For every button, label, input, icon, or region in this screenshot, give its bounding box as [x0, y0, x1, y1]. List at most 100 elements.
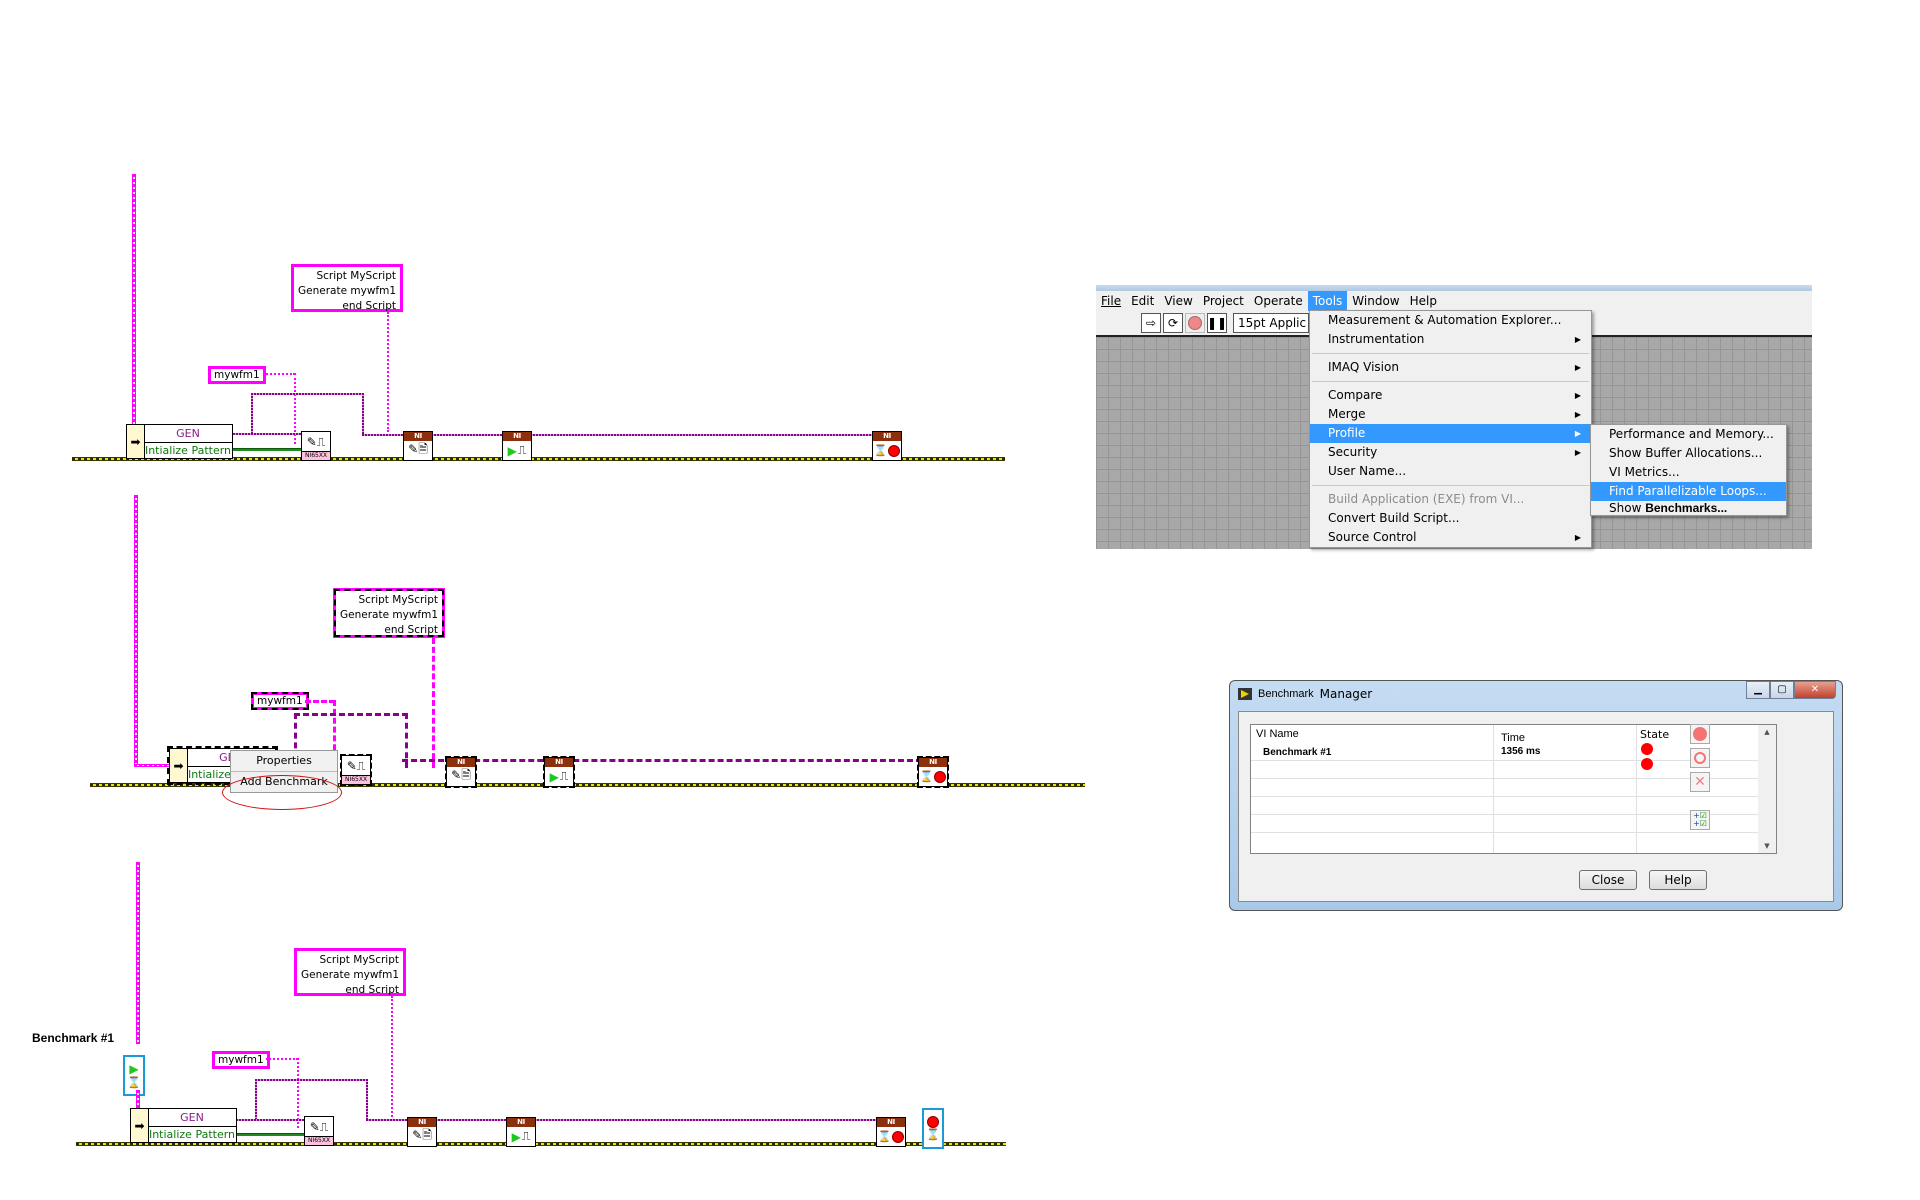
- run-continuously-icon[interactable]: ⟳: [1163, 313, 1183, 333]
- string-wire[interactable]: [297, 1058, 299, 1128]
- tools-item-convert-build-script[interactable]: Convert Build Script...: [1310, 509, 1591, 528]
- session-wire[interactable]: [233, 433, 303, 435]
- initiate-node[interactable]: NI HSDIO ▶ ⎍: [506, 1117, 536, 1147]
- initiate-node[interactable]: NI HSDIO ▶ ⎍: [502, 431, 532, 461]
- benchmark-start-node[interactable]: ▶ ⌛: [123, 1055, 145, 1096]
- data-wire[interactable]: [233, 448, 303, 451]
- wait-until-done-node[interactable]: NI HSDIO ⌛: [917, 756, 949, 788]
- benchmark-stop-node[interactable]: ⌛: [922, 1108, 944, 1149]
- session-wire[interactable]: [362, 434, 882, 436]
- write-script-node[interactable]: NI HSDIO ✎🗎: [407, 1117, 437, 1147]
- session-wire[interactable]: [362, 393, 364, 435]
- row-vi-name: Benchmark #1: [1263, 747, 1332, 758]
- menu-help[interactable]: Help: [1405, 291, 1442, 311]
- delete-benchmark-button[interactable]: ✕: [1690, 772, 1710, 792]
- start-benchmark-button[interactable]: [1690, 724, 1710, 744]
- script-string-constant[interactable]: Script MyScript Generate mywfm1 end Scri…: [291, 264, 403, 312]
- close-window-button[interactable]: ✕: [1794, 681, 1836, 699]
- session-wire[interactable]: [366, 1119, 878, 1121]
- node-header: NI HSDIO: [507, 1118, 535, 1135]
- font-select[interactable]: 15pt Applic: [1233, 313, 1309, 333]
- string-wire[interactable]: [266, 1058, 298, 1060]
- write-waveform-node[interactable]: ✎⎍ NI65XX: [304, 1116, 334, 1146]
- column-header-state[interactable]: State: [1640, 728, 1669, 741]
- string-wire[interactable]: [432, 638, 435, 768]
- node-header: NI HSDIO: [545, 758, 573, 775]
- tools-item-imaq-vision[interactable]: IMAQ Vision ▶: [1310, 358, 1591, 377]
- help-button[interactable]: Help: [1649, 870, 1707, 890]
- string-wire[interactable]: [134, 764, 170, 767]
- gen-subvi[interactable]: ➡ GEN Intialize Pattern: [130, 1108, 237, 1143]
- write-script-node[interactable]: NI HSDIO ✎🗎: [445, 756, 477, 788]
- profile-item-performance-memory[interactable]: Performance and Memory...: [1591, 425, 1786, 444]
- session-wire[interactable]: [236, 1119, 306, 1121]
- waveform-name-constant[interactable]: mywfm1: [212, 1051, 270, 1069]
- menu-view[interactable]: View: [1159, 291, 1197, 311]
- tools-item-user-name[interactable]: User Name...: [1310, 462, 1591, 481]
- context-menu-item-properties[interactable]: Properties: [231, 751, 337, 771]
- menu-project[interactable]: Project: [1198, 291, 1249, 311]
- title-part-b: Manager: [1319, 687, 1373, 701]
- string-wire[interactable]: [134, 495, 138, 767]
- menu-operate[interactable]: Operate: [1249, 291, 1308, 311]
- session-wire[interactable]: [402, 759, 922, 762]
- abort-icon[interactable]: [1185, 313, 1205, 333]
- wait-until-done-node[interactable]: NI HSDIO ⌛: [876, 1117, 906, 1147]
- add-benchmark-button[interactable]: +☑ +☑: [1690, 810, 1710, 830]
- session-wire[interactable]: [366, 1079, 368, 1121]
- script-string-constant[interactable]: Script MyScript Generate mywfm1 end Scri…: [333, 588, 445, 638]
- gen-subvi[interactable]: ➡ GEN Intialize Pattern: [126, 424, 233, 459]
- menu-file[interactable]: File: [1096, 291, 1126, 311]
- init-pattern-label: Intialize Pattern: [148, 1127, 236, 1141]
- column-header-time[interactable]: Time: [1501, 732, 1525, 744]
- initiate-node[interactable]: NI HSDIO ▶ ⎍: [543, 756, 575, 788]
- hourglass-stop-icon: ⌛: [877, 1127, 905, 1146]
- data-wire[interactable]: [236, 1133, 306, 1136]
- string-wire[interactable]: [305, 700, 335, 703]
- tools-item-profile[interactable]: Profile ▶: [1310, 424, 1591, 443]
- string-wire[interactable]: [391, 996, 393, 1121]
- maximize-button[interactable]: ▢: [1770, 681, 1794, 699]
- script-string-constant[interactable]: Script MyScript Generate mywfm1 end Scri…: [294, 948, 406, 996]
- vertical-scrollbar[interactable]: ▲ ▼: [1758, 725, 1776, 853]
- profile-item-vi-metrics[interactable]: VI Metrics...: [1591, 463, 1786, 482]
- session-wire[interactable]: [251, 393, 363, 395]
- menu-edit[interactable]: Edit: [1126, 291, 1159, 311]
- string-wire[interactable]: [132, 174, 136, 424]
- column-header-vi-name[interactable]: VI Name: [1256, 728, 1299, 740]
- tools-item-compare[interactable]: Compare ▶: [1310, 386, 1591, 405]
- string-wire[interactable]: [136, 1090, 140, 1110]
- pause-icon[interactable]: ❚❚: [1207, 313, 1227, 333]
- column-divider: [1636, 725, 1637, 853]
- write-waveform-node[interactable]: ✎⎍ NI65XX: [301, 431, 331, 461]
- string-wire[interactable]: [387, 312, 389, 432]
- menu-tools[interactable]: Tools: [1307, 291, 1348, 311]
- waveform-name-constant[interactable]: mywfm1: [208, 366, 266, 384]
- tools-item-instrumentation[interactable]: Instrumentation ▶: [1310, 330, 1591, 349]
- write-script-node[interactable]: NI HSDIO ✎🗎: [403, 431, 433, 461]
- tools-item-source-control[interactable]: Source Control ▶: [1310, 528, 1591, 547]
- run-arrow-icon[interactable]: ⇨: [1141, 313, 1161, 333]
- session-wire[interactable]: [251, 393, 253, 435]
- labview-app-icon: [1238, 688, 1252, 700]
- profile-item-show-benchmarks[interactable]: Show Benchmarks...: [1591, 501, 1786, 515]
- tools-item-mae[interactable]: Measurement & Automation Explorer...: [1310, 311, 1591, 330]
- tools-item-security[interactable]: Security ▶: [1310, 443, 1591, 462]
- string-wire[interactable]: [263, 373, 295, 375]
- waveform-name-constant[interactable]: mywfm1: [251, 692, 309, 710]
- tools-item-merge[interactable]: Merge ▶: [1310, 405, 1591, 424]
- scroll-up-icon[interactable]: ▲: [1758, 728, 1776, 736]
- close-button[interactable]: Close: [1579, 870, 1637, 890]
- window-title: Benchmark Manager: [1238, 687, 1372, 701]
- write-waveform-node[interactable]: ✎⎍ NI65XX: [340, 754, 372, 786]
- session-wire[interactable]: [255, 1079, 257, 1121]
- minimize-button[interactable]: ▁: [1746, 681, 1770, 699]
- scroll-down-icon[interactable]: ▼: [1758, 842, 1776, 850]
- wait-until-done-node[interactable]: NI HSDIO ⌛: [872, 431, 902, 461]
- profile-item-find-parallelizable-loops[interactable]: Find Parallelizable Loops...: [1591, 482, 1786, 501]
- profile-item-buffer-allocations[interactable]: Show Buffer Allocations...: [1591, 444, 1786, 463]
- menu-window[interactable]: Window: [1347, 291, 1404, 311]
- stop-benchmark-button[interactable]: [1690, 748, 1710, 768]
- session-wire[interactable]: [255, 1079, 367, 1081]
- string-wire[interactable]: [136, 862, 140, 1044]
